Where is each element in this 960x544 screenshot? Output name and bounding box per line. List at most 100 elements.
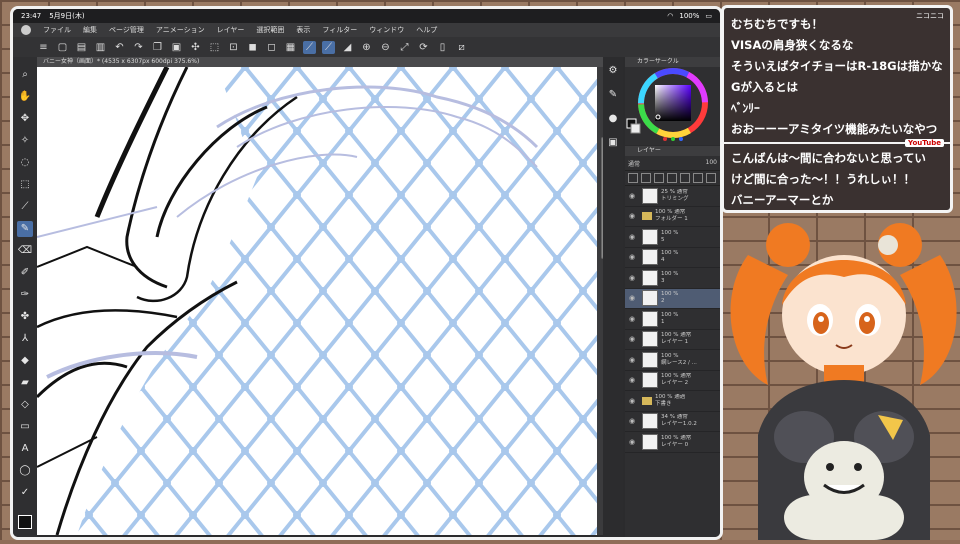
text-tool-icon[interactable]: A (17, 441, 33, 457)
deselect-icon[interactable]: ⬚ (208, 41, 221, 54)
hand-tool-icon[interactable]: ✋ (17, 89, 33, 105)
eye-icon[interactable]: ◉ (625, 294, 639, 302)
redo-icon[interactable]: ↷ (132, 41, 145, 54)
gradient-icon[interactable]: ▰ (17, 375, 33, 391)
layer-row[interactable]: ◉ 100 % 通常 レイヤー 1 (625, 330, 720, 350)
transform-icon[interactable]: ✣ (189, 41, 202, 54)
zoom-out-icon[interactable]: ⊖ (379, 41, 392, 54)
layer-row[interactable]: ◉ 100 % 2 (625, 288, 720, 309)
brush-size-icon[interactable]: ● (605, 111, 621, 127)
copy-icon[interactable]: ❐ (151, 41, 164, 54)
menu-edit[interactable]: 編集 (83, 25, 97, 35)
foreground-color-swatch[interactable] (18, 515, 32, 529)
brush-toggle-icon[interactable]: ⟋ (303, 40, 316, 54)
app-logo-icon[interactable] (21, 25, 31, 35)
color-wheel[interactable] (625, 67, 721, 145)
new-layer-icon[interactable] (628, 173, 638, 183)
ruler-icon[interactable]: ◢ (341, 41, 354, 54)
menu-file[interactable]: ファイル (43, 25, 71, 35)
decoration-icon[interactable]: ✤ (17, 309, 33, 325)
eye-icon[interactable]: ◉ (625, 438, 639, 446)
eyedropper-icon[interactable]: ⟋ (17, 199, 33, 215)
device-icon[interactable]: ▯ (436, 41, 449, 54)
hamburger-icon[interactable]: ≡ (37, 41, 50, 54)
eye-icon[interactable]: ◉ (625, 397, 639, 405)
blend-icon[interactable]: ⅄ (17, 331, 33, 347)
move-tool-icon[interactable]: ✥ (17, 111, 33, 127)
layer-row[interactable]: ◉ 100 % 網レース2 / ... (625, 350, 720, 371)
fill-tool-icon[interactable]: ◆ (17, 353, 33, 369)
rotate-icon[interactable]: ⟳ (417, 41, 430, 54)
flip-icon[interactable]: ⧄ (455, 41, 468, 54)
menu-window[interactable]: ウィンドウ (369, 25, 404, 35)
lock-icon[interactable] (667, 173, 677, 183)
fit-icon[interactable]: ⤢ (398, 41, 411, 54)
zoom-tool-icon[interactable]: ⌕ (17, 67, 33, 83)
eye-icon[interactable]: ◉ (625, 315, 639, 323)
eye-icon[interactable]: ◉ (625, 212, 639, 220)
layer-row[interactable]: ◉ 100 % 3 (625, 268, 720, 289)
lasso-icon[interactable]: ◌ (17, 155, 33, 171)
eye-icon[interactable]: ◉ (625, 274, 639, 282)
navigator-icon[interactable]: ▣ (605, 135, 621, 151)
pen-tool-icon[interactable]: ✎ (17, 221, 33, 237)
menu-selection[interactable]: 選択範囲 (256, 25, 284, 35)
figure-icon[interactable]: ◇ (17, 397, 33, 413)
eye-icon[interactable]: ◉ (625, 335, 639, 343)
trash-icon[interactable] (706, 173, 716, 183)
layer-row[interactable]: ◉ 100 % 4 (625, 248, 720, 268)
layer-row[interactable]: ◉ 100 % 通常 フォルダー 1 (625, 207, 720, 227)
layer-row[interactable]: ◉ 100 % 通常 レイヤー 0 (625, 432, 720, 453)
undo-icon[interactable]: ↶ (113, 41, 126, 54)
document-tab[interactable]: バニー女神（画面）* (4535 x 6307px 600dpi 375.6%) (37, 57, 603, 67)
eye-icon[interactable]: ◉ (625, 376, 639, 384)
crop-icon[interactable]: ⊡ (227, 41, 240, 54)
layer-row[interactable]: ◉ 100 % 通常 レイヤー 2 (625, 371, 720, 391)
eye-icon[interactable]: ◉ (625, 253, 639, 261)
airbrush-icon[interactable]: ✑ (17, 287, 33, 303)
fill-icon[interactable]: ◼ (246, 41, 259, 54)
balloon-icon[interactable]: ◯ (17, 463, 33, 479)
menu-help[interactable]: ヘルプ (416, 25, 437, 35)
frame-icon[interactable]: ▭ (17, 419, 33, 435)
menu-animation[interactable]: アニメーション (156, 25, 205, 35)
eye-icon[interactable]: ◉ (625, 417, 639, 425)
paste-icon[interactable]: ▣ (170, 41, 183, 54)
eye-icon[interactable]: ◉ (625, 356, 639, 364)
pen-toggle-icon[interactable]: ⟋ (322, 40, 335, 54)
merge-icon[interactable] (693, 173, 703, 183)
eye-icon[interactable]: ◉ (625, 233, 639, 241)
correct-line-icon[interactable]: ✓ (17, 485, 33, 501)
brush-icon[interactable]: ✐ (17, 265, 33, 281)
open-file-icon[interactable]: ▤ (75, 41, 88, 54)
opacity-value[interactable]: 100 (706, 159, 717, 167)
layer-row[interactable]: ◉ 100 % 5 (625, 227, 720, 248)
layer-name: 4 (661, 257, 665, 264)
new-folder-icon[interactable] (641, 173, 651, 183)
menu-page[interactable]: ページ管理 (109, 25, 144, 35)
sub-tool-icon[interactable]: ✎ (605, 87, 621, 103)
eye-icon[interactable]: ◉ (625, 192, 639, 200)
save-icon[interactable]: ▥ (94, 41, 107, 54)
layer-row[interactable]: ◉ 100 % 1 (625, 309, 720, 330)
eraser-icon[interactable]: ⌫ (17, 243, 33, 259)
blend-mode-select[interactable]: 通常 (628, 159, 640, 168)
new-file-icon[interactable]: ▢ (56, 41, 69, 54)
auto-select-icon[interactable]: ✧ (17, 133, 33, 149)
mask-icon[interactable] (680, 173, 690, 183)
zoom-in-icon[interactable]: ⊕ (360, 41, 373, 54)
menu-filter[interactable]: フィルター (322, 25, 357, 35)
clip-icon[interactable] (654, 173, 664, 183)
color-panel-header[interactable]: カラーサークル (625, 57, 720, 67)
layer-row[interactable]: ◉ 100 % 通過 下書き (625, 391, 720, 412)
layer-row[interactable]: ◉ 34 % 通常 レイヤー1.0.2 (625, 412, 720, 432)
selection-icon[interactable]: ⬚ (17, 177, 33, 193)
grid-icon[interactable]: ▦ (284, 41, 297, 54)
layer-panel-header[interactable]: レイヤー (625, 146, 720, 156)
menu-layer[interactable]: レイヤー (217, 25, 245, 35)
drawing-canvas[interactable] (37, 67, 597, 535)
tool-property-icon[interactable]: ⚙ (605, 63, 621, 79)
layer-row[interactable]: ◉ 25 % 通常 トリミング (625, 186, 720, 207)
menu-view[interactable]: 表示 (296, 25, 310, 35)
clear-icon[interactable]: ◻ (265, 41, 278, 54)
